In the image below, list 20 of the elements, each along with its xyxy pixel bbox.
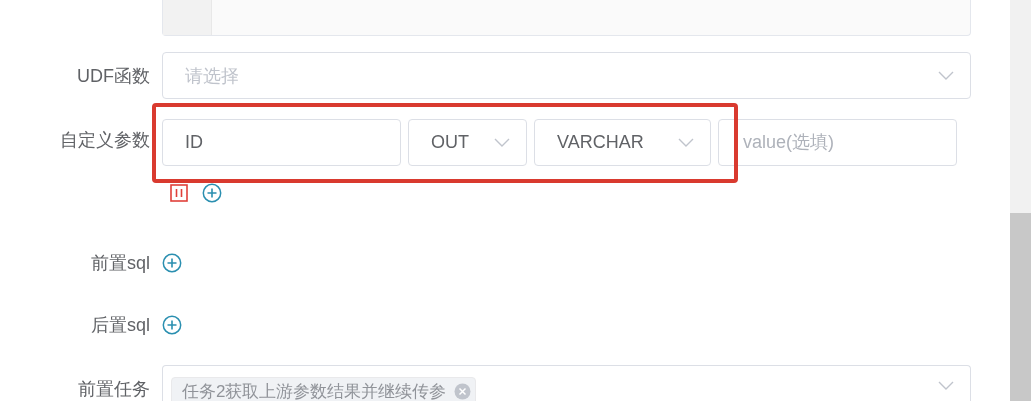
add-icon[interactable] — [162, 315, 182, 335]
scrollbar[interactable] — [1010, 0, 1031, 401]
field-label: 前置任务 — [77, 378, 150, 401]
add-icon[interactable] — [202, 183, 222, 203]
chevron-down-icon — [938, 71, 954, 80]
trash-icon[interactable] — [170, 184, 188, 202]
field-label: UDF函数 — [76, 64, 150, 88]
input-field[interactable]: ID — [162, 119, 401, 166]
field-label: 后置sql — [90, 314, 150, 337]
chevron-down-icon — [678, 138, 694, 147]
select-field[interactable]: OUT — [408, 119, 527, 166]
field-label: 前置sql — [90, 252, 150, 275]
select-field[interactable]: VARCHAR — [534, 119, 711, 166]
editor-gutter — [163, 0, 212, 35]
input-field[interactable]: value(选填) — [718, 119, 957, 166]
chevron-down-icon — [494, 138, 510, 147]
chevron-down-icon — [938, 381, 954, 390]
field-label: 自定义参数 — [59, 129, 150, 152]
add-icon[interactable] — [162, 253, 182, 273]
scrollbar-thumb[interactable] — [1010, 213, 1031, 401]
